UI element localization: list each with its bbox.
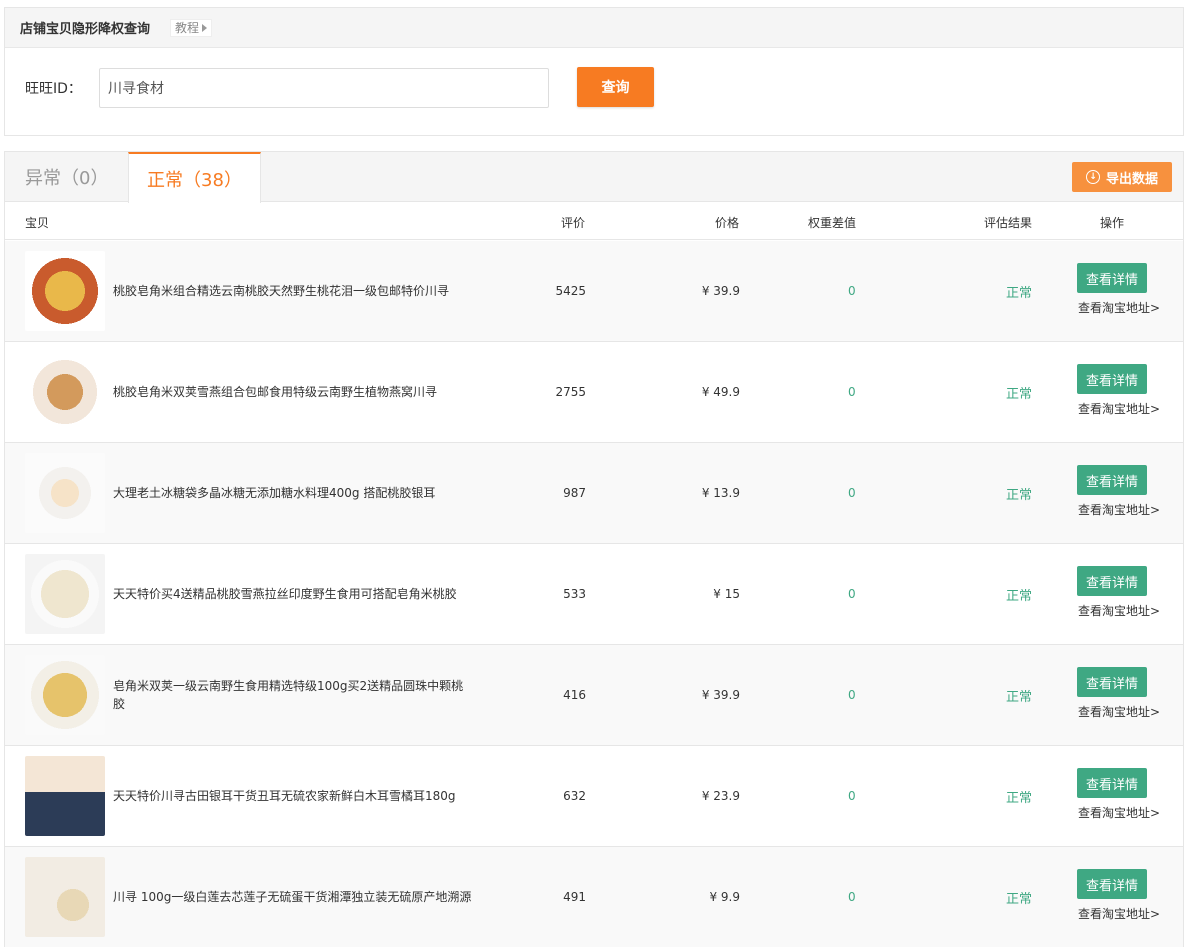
tab-normal[interactable]: 正常（38） bbox=[128, 152, 261, 203]
item-title[interactable]: 皂角米双荚一级云南野生食用精选特级100g买2送精品圆珠中颗桃胶 bbox=[113, 645, 473, 745]
triangle-right-icon bbox=[202, 23, 208, 32]
weight-diff: 0 bbox=[848, 688, 856, 702]
view-taobao-link[interactable]: 查看淘宝地址> bbox=[1078, 804, 1160, 821]
results-panel: 异常（0） 正常（38） ↓ 导出数据 宝贝 评价 价格 权重差值 评估结果 操… bbox=[4, 151, 1184, 947]
item-title[interactable]: 桃胶皂角米组合精选云南桃胶天然野生桃花泪一级包邮特价川寻 bbox=[113, 241, 473, 341]
product-image[interactable] bbox=[25, 756, 105, 836]
query-panel: 店铺宝贝隐形降权查询 教程 旺旺ID： 查询 bbox=[4, 7, 1184, 136]
result-status: 正常 bbox=[1005, 285, 1032, 301]
product-image[interactable] bbox=[25, 857, 105, 937]
view-taobao-link[interactable]: 查看淘宝地址> bbox=[1078, 400, 1160, 417]
column-header-actions: 操作 bbox=[1100, 216, 1125, 230]
view-taobao-link[interactable]: 查看淘宝地址> bbox=[1078, 501, 1160, 518]
reviews-count: 416 bbox=[563, 688, 586, 702]
product-image[interactable] bbox=[25, 554, 105, 634]
result-status: 正常 bbox=[1005, 487, 1032, 503]
weight-diff: 0 bbox=[848, 587, 856, 601]
query-header: 店铺宝贝隐形降权查询 教程 bbox=[5, 8, 1183, 48]
view-details-button[interactable]: 查看详情 bbox=[1077, 364, 1147, 394]
item-title[interactable]: 大理老土冰糖袋多晶冰糖无添加糖水料理400g 搭配桃胶银耳 bbox=[113, 443, 473, 543]
reviews-count: 987 bbox=[563, 486, 586, 500]
column-header-item: 宝贝 bbox=[25, 216, 50, 230]
table-header: 宝贝 评价 价格 权重差值 评估结果 操作 bbox=[5, 202, 1183, 240]
table-row: 桃胶皂角米双荚雪燕组合包邮食用特级云南野生植物燕窝川寻 2755 ¥ 49.9 0 正常… bbox=[5, 342, 1183, 443]
table-row: 川寻 100g一级白莲去芯莲子无硫蛋干货湘潭独立装无硫原产地溯源 491 ¥ 9.9… bbox=[5, 847, 1183, 947]
reviews-count: 491 bbox=[563, 890, 586, 904]
tabs-bar: 异常（0） 正常（38） ↓ 导出数据 bbox=[5, 152, 1183, 203]
reviews-count: 2755 bbox=[555, 385, 586, 399]
price: ¥ 13.9 bbox=[701, 486, 740, 500]
column-header-result: 评估结果 bbox=[984, 216, 1033, 230]
result-status: 正常 bbox=[1005, 689, 1032, 705]
tutorial-link[interactable]: 教程 bbox=[170, 18, 213, 37]
tutorial-label: 教程 bbox=[175, 21, 200, 35]
item-title[interactable]: 天天特价买4送精品桃胶雪燕拉丝印度野生食用可搭配皂角米桃胶 bbox=[113, 544, 473, 644]
table-row: 桃胶皂角米组合精选云南桃胶天然野生桃花泪一级包邮特价川寻 5425 ¥ 39.9 0 正… bbox=[5, 241, 1183, 342]
page-title: 店铺宝贝隐形降权查询 bbox=[20, 22, 151, 37]
price: ¥ 15 bbox=[713, 587, 740, 601]
product-image[interactable] bbox=[25, 352, 105, 432]
result-status: 正常 bbox=[1005, 386, 1032, 402]
product-image[interactable] bbox=[25, 655, 105, 735]
price: ¥ 39.9 bbox=[701, 688, 740, 702]
view-details-button[interactable]: 查看详情 bbox=[1077, 263, 1147, 293]
view-details-button[interactable]: 查看详情 bbox=[1077, 869, 1147, 899]
query-button[interactable]: 查询 bbox=[577, 67, 654, 107]
result-status: 正常 bbox=[1005, 588, 1032, 604]
wangwang-id-label: 旺旺ID： bbox=[25, 81, 82, 97]
reviews-count: 533 bbox=[563, 587, 586, 601]
price: ¥ 49.9 bbox=[701, 385, 740, 399]
result-status: 正常 bbox=[1005, 790, 1032, 806]
table-row: 天天特价买4送精品桃胶雪燕拉丝印度野生食用可搭配皂角米桃胶 533 ¥ 15 0 正常查… bbox=[5, 544, 1183, 645]
export-label: 导出数据 bbox=[1105, 171, 1158, 187]
weight-diff: 0 bbox=[848, 284, 856, 298]
view-details-button[interactable]: 查看详情 bbox=[1077, 667, 1147, 697]
view-taobao-link[interactable]: 查看淘宝地址> bbox=[1078, 299, 1160, 316]
view-details-button[interactable]: 查看详情 bbox=[1077, 465, 1147, 495]
export-data-button[interactable]: ↓ 导出数据 bbox=[1072, 162, 1172, 192]
price: ¥ 39.9 bbox=[701, 284, 740, 298]
table-row: 皂角米双荚一级云南野生食用精选特级100g买2送精品圆珠中颗桃胶 416 ¥ 39.… bbox=[5, 645, 1183, 746]
view-details-button[interactable]: 查看详情 bbox=[1077, 566, 1147, 596]
view-taobao-link[interactable]: 查看淘宝地址> bbox=[1078, 905, 1160, 922]
product-image[interactable] bbox=[25, 251, 105, 331]
result-status: 正常 bbox=[1005, 891, 1032, 907]
weight-diff: 0 bbox=[848, 890, 856, 904]
wangwang-id-input[interactable] bbox=[99, 68, 549, 108]
tab-abnormal[interactable]: 异常（0） bbox=[5, 152, 128, 202]
view-details-button[interactable]: 查看详情 bbox=[1077, 768, 1147, 798]
price: ¥ 23.9 bbox=[701, 789, 740, 803]
view-taobao-link[interactable]: 查看淘宝地址> bbox=[1078, 703, 1160, 720]
table-row: 天天特价川寻古田银耳干货丑耳无硫农家新鲜白木耳雪橘耳180g 632 ¥ 23.9 0… bbox=[5, 746, 1183, 847]
price: ¥ 9.9 bbox=[709, 890, 740, 904]
query-body: 旺旺ID： 查询 bbox=[5, 48, 1183, 136]
weight-diff: 0 bbox=[848, 486, 856, 500]
download-icon: ↓ bbox=[1085, 170, 1100, 184]
column-header-price: 价格 bbox=[715, 216, 740, 230]
view-taobao-link[interactable]: 查看淘宝地址> bbox=[1078, 602, 1160, 619]
weight-diff: 0 bbox=[848, 385, 856, 399]
column-header-weight-diff: 权重差值 bbox=[808, 216, 857, 230]
reviews-count: 632 bbox=[563, 789, 586, 803]
table-row: 大理老土冰糖袋多晶冰糖无添加糖水料理400g 搭配桃胶银耳 987 ¥ 13.9 0 正… bbox=[5, 443, 1183, 544]
weight-diff: 0 bbox=[848, 789, 856, 803]
item-title[interactable]: 天天特价川寻古田银耳干货丑耳无硫农家新鲜白木耳雪橘耳180g bbox=[113, 746, 473, 846]
product-image[interactable] bbox=[25, 453, 105, 533]
reviews-count: 5425 bbox=[555, 284, 586, 298]
column-header-reviews: 评价 bbox=[561, 216, 586, 230]
item-title[interactable]: 桃胶皂角米双荚雪燕组合包邮食用特级云南野生植物燕窝川寻 bbox=[113, 342, 473, 442]
item-title[interactable]: 川寻 100g一级白莲去芯莲子无硫蛋干货湘潭独立装无硫原产地溯源 bbox=[113, 847, 473, 947]
